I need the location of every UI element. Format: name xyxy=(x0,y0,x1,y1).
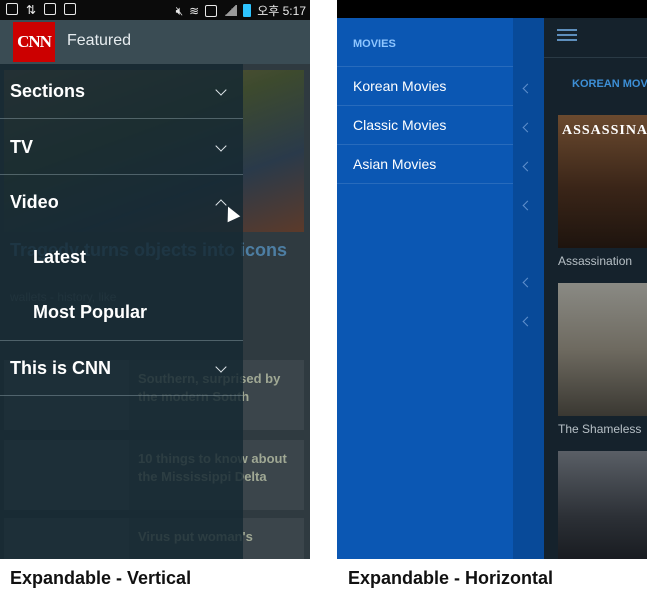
comparison-figure: ⇅ 🔇︎ ≋ 오후 5:17 CNN Featured Tragedy turn… xyxy=(0,0,647,600)
divider xyxy=(544,57,647,58)
hamburger-menu-icon[interactable] xyxy=(557,29,577,41)
wifi-icon: ≋ xyxy=(189,3,200,18)
movie-poster-the-shameless[interactable] xyxy=(558,283,647,416)
poster-title-text: ASSASSINA xyxy=(562,123,647,138)
navigation-drawer: Sections TV Video Latest Most Popular Th… xyxy=(0,64,243,559)
screen-icon xyxy=(6,3,18,15)
drawer-item-this-is-cnn[interactable]: This is CNN xyxy=(0,341,243,396)
sim-icon xyxy=(205,4,218,17)
caption-horizontal: Expandable - Horizontal xyxy=(348,568,554,588)
app-bar: CNN Featured xyxy=(0,20,310,64)
collapsed-rail[interactable] xyxy=(513,18,544,559)
drawer-item-label: Video xyxy=(10,192,59,212)
checkbox-icon xyxy=(64,3,77,15)
status-icons-right: 🔇︎ ≋ 오후 5:17 xyxy=(176,2,306,19)
drawer-item-label: This is CNN xyxy=(10,358,112,378)
movie-poster[interactable] xyxy=(558,451,647,559)
content-title: KOREAN MOVIES xyxy=(572,78,647,90)
chevron-down-icon xyxy=(215,361,227,373)
clock: 오후 5:17 xyxy=(257,4,306,18)
phone-vertical-expandable: ⇅ 🔇︎ ≋ 오후 5:17 CNN Featured Tragedy turn… xyxy=(0,0,310,559)
cnn-logo[interactable]: CNN xyxy=(13,22,55,62)
panel-category-heading: MOVIES xyxy=(353,38,396,50)
battery-icon xyxy=(243,4,252,17)
panel-item-label: Korean Movies xyxy=(353,78,447,94)
usb-icon: ⇅ xyxy=(26,3,37,17)
checkbox-icon xyxy=(44,3,57,15)
panel-item-classic-movies[interactable]: Classic Movies xyxy=(337,105,513,144)
phone-horizontal-expandable: MOVIES Korean Movies Classic Movies Asia… xyxy=(337,0,647,559)
movie-caption: Assassination xyxy=(558,254,633,268)
volume-icon: 🔇︎ xyxy=(175,3,184,18)
drawer-item-tv[interactable]: TV xyxy=(0,120,243,175)
drawer-item-label: Sections xyxy=(10,81,86,101)
drawer-item-video[interactable]: Video xyxy=(0,175,243,230)
drawer-subitem-most-popular[interactable]: Most Popular xyxy=(33,302,147,323)
panel-item-label: Asian Movies xyxy=(353,156,437,172)
panel-item-korean-movies[interactable]: Korean Movies xyxy=(337,66,513,105)
status-bar: ⇅ 🔇︎ ≋ 오후 5:17 xyxy=(0,0,310,20)
chevron-down-icon xyxy=(215,140,227,152)
movie-poster-assassination[interactable]: ASSASSINA xyxy=(558,115,647,248)
divider xyxy=(337,183,513,184)
panel-item-label: Classic Movies xyxy=(353,117,447,133)
movie-caption: The Shameless xyxy=(558,422,642,436)
page-title: Featured xyxy=(67,32,132,49)
signal-icon xyxy=(223,5,238,16)
category-panel: MOVIES Korean Movies Classic Movies Asia… xyxy=(337,18,513,559)
status-icons-left: ⇅ xyxy=(6,3,77,17)
caption-vertical: Expandable - Vertical xyxy=(10,568,192,588)
status-bar xyxy=(337,0,647,18)
panel-item-asian-movies[interactable]: Asian Movies xyxy=(337,144,513,183)
drawer-item-label: TV xyxy=(10,137,34,157)
drawer-item-sections[interactable]: Sections xyxy=(0,64,243,119)
chevron-down-icon xyxy=(215,84,227,96)
drawer-subitem-latest[interactable]: Latest xyxy=(33,247,86,268)
